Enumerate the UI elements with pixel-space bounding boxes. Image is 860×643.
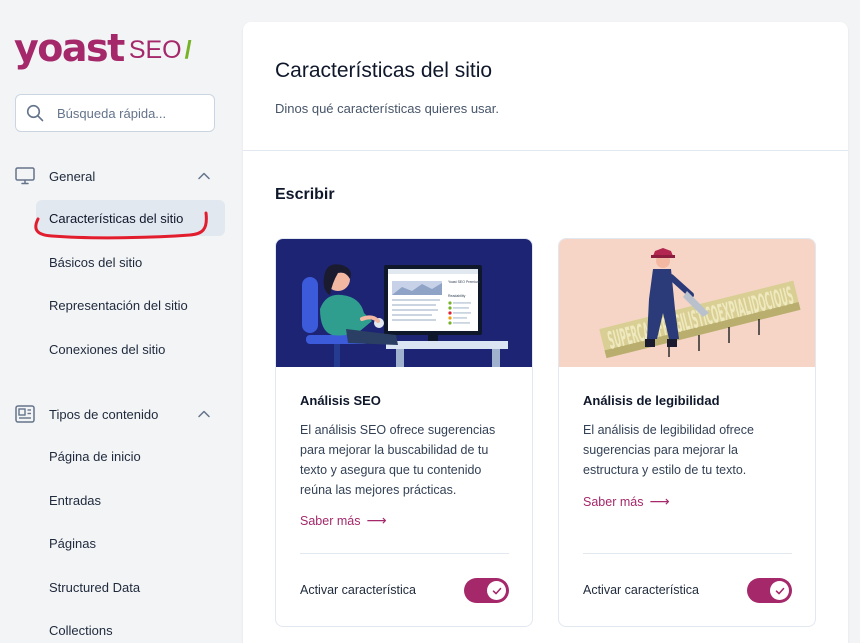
readability-analysis-illustration: SUPERCALIFRAGILISTICOEXPIALIDOCIOUS: [559, 239, 815, 367]
sidebar-item-site-basics[interactable]: Básicos del sitio: [36, 244, 225, 280]
logo-wordmark: yoast: [14, 26, 125, 70]
arrow-right-icon: ⟶: [366, 512, 387, 528]
card-description: El análisis de legibilidad ofrece sugere…: [583, 423, 754, 477]
card-divider: [300, 553, 509, 554]
sidebar-item-site-connections[interactable]: Conexiones del sitio: [36, 331, 225, 367]
logo-product: SEO: [128, 36, 182, 64]
chevron-up-icon: [198, 172, 210, 180]
seo-analysis-toggle[interactable]: [464, 578, 509, 603]
sidebar-item-posts[interactable]: Entradas: [36, 482, 225, 518]
quick-search-input[interactable]: Búsqueda rápida...: [15, 94, 215, 132]
learn-more-label: Saber más: [300, 513, 361, 528]
seo-analysis-illustration: Yoast SEO Premium Readability: [276, 239, 532, 367]
toggle-label: Activar característica: [300, 583, 417, 597]
learn-more-link[interactable]: Saber más ⟶: [583, 493, 670, 510]
header-divider: [243, 150, 848, 151]
feature-card-seo-analysis: Yoast SEO Premium Readability Análisis S…: [275, 238, 533, 627]
readability-analysis-toggle[interactable]: [747, 578, 792, 603]
card-divider: [583, 553, 792, 554]
screen-subheading: Readability: [448, 294, 466, 298]
check-icon: [770, 581, 789, 600]
section-title-write: Escribir: [275, 186, 335, 203]
learn-more-label: Saber más: [583, 494, 644, 509]
sidebar-item-homepage[interactable]: Página de inicio: [36, 438, 225, 474]
toggle-label: Activar característica: [583, 583, 700, 597]
nav-group-general: General: [0, 156, 232, 196]
sidebar: yoast SEO / Búsqueda rápida... General C…: [0, 0, 232, 643]
chevron-up-icon: [198, 410, 210, 418]
nav-group-general-toggle[interactable]: General: [0, 156, 232, 196]
logo-slash: /: [184, 36, 192, 64]
yoast-seo-logo[interactable]: yoast SEO /: [14, 22, 192, 68]
settings-panel: Características del sitio Dinos qué cara…: [243, 22, 848, 643]
sidebar-item-structured-data[interactable]: Structured Data: [36, 569, 225, 605]
sidebar-item-collections[interactable]: Collections: [36, 612, 225, 643]
desktop-icon: [15, 166, 35, 186]
nav-group-label: General: [49, 168, 96, 184]
search-icon: [26, 104, 44, 122]
sidebar-item-site-representation[interactable]: Representación del sitio: [36, 287, 225, 323]
learn-more-link[interactable]: Saber más ⟶: [300, 512, 387, 529]
content-types-icon: [15, 404, 35, 424]
screen-heading: Yoast SEO Premium: [448, 280, 480, 284]
page-subtitle: Dinos qué características quieres usar.: [275, 101, 499, 116]
nav-group-content-types: Tipos de contenido: [0, 394, 232, 434]
nav-group-label: Tipos de contenido: [49, 406, 159, 422]
arrow-right-icon: ⟶: [649, 493, 670, 509]
check-icon: [487, 581, 506, 600]
nav-group-content-types-toggle[interactable]: Tipos de contenido: [0, 394, 232, 434]
sidebar-item-site-features[interactable]: Características del sitio: [36, 200, 225, 236]
search-placeholder: Búsqueda rápida...: [57, 105, 167, 121]
card-title: Análisis SEO: [300, 393, 381, 408]
card-title: Análisis de legibilidad: [583, 393, 720, 408]
card-description: El análisis SEO ofrece sugerencias para …: [300, 423, 496, 497]
feature-card-readability-analysis: SUPERCALIFRAGILISTICOEXPIALIDOCIOUS Anál…: [558, 238, 816, 627]
sidebar-item-pages[interactable]: Páginas: [36, 525, 225, 561]
page-title: Características del sitio: [275, 59, 493, 82]
